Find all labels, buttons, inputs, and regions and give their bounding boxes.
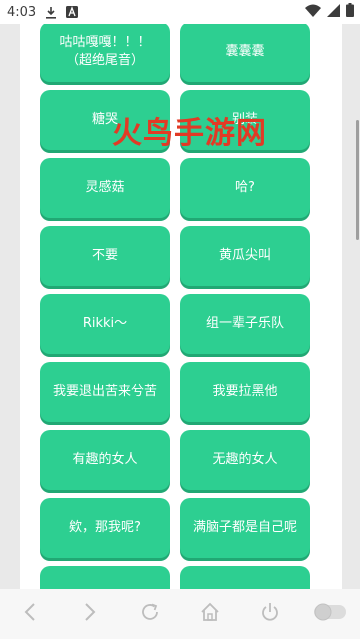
sound-button-label: 我要拉黑他: [212, 384, 278, 399]
sound-button-label: 别装: [231, 112, 258, 127]
sound-button[interactable]: [180, 566, 310, 589]
sound-button[interactable]: 咕咕嘎嘎！！！ （超绝尾音）: [40, 24, 170, 82]
sound-button-label: 满脑子都是自己呢: [192, 520, 297, 535]
status-bar: 4:03: [0, 0, 360, 24]
sound-button-label: 咕咕嘎嘎！！！ （超绝尾音）: [59, 35, 151, 68]
sound-button[interactable]: 囊囊囊: [180, 24, 310, 82]
sound-button-label: 黄瓜尖叫: [218, 248, 271, 263]
sound-button[interactable]: 别装: [180, 90, 310, 150]
sound-button[interactable]: 黄瓜尖叫: [180, 226, 310, 286]
sound-button-label: 我要退出苦来兮苦: [52, 384, 157, 399]
sound-button[interactable]: 糖哭: [40, 90, 170, 150]
sound-button[interactable]: 我要退出苦来兮苦: [40, 362, 170, 422]
status-time: 4:03: [7, 4, 37, 20]
sound-button-label: 灵感菇: [85, 180, 125, 195]
battery-icon: [346, 3, 354, 21]
sound-button[interactable]: Rikki～: [40, 294, 170, 354]
sound-button-label: 有趣的女人: [72, 452, 138, 467]
sound-button[interactable]: 有趣的女人: [40, 430, 170, 490]
home-icon: [199, 601, 221, 627]
notification-a-icon: [66, 6, 79, 18]
sound-button[interactable]: 我要拉黑他: [180, 362, 310, 422]
sound-button-label: 囊囊囊: [225, 44, 265, 59]
back-arrow-icon: [23, 602, 37, 626]
sound-button[interactable]: 不要: [40, 226, 170, 286]
refresh-icon: [139, 601, 161, 627]
sound-button-label: 欸，那我呢?: [69, 520, 141, 535]
sound-button[interactable]: 灵感菇: [40, 158, 170, 218]
sound-button[interactable]: 满脑子都是自己呢: [180, 498, 310, 558]
sound-button[interactable]: 哈?: [180, 158, 310, 218]
sound-button-label: 无趣的女人: [212, 452, 278, 467]
power-button[interactable]: [252, 596, 288, 632]
toggle-switch[interactable]: [312, 596, 348, 632]
bottom-nav-bar: [0, 589, 360, 639]
content-panel[interactable]: 咕咕嘎嘎！！！ （超绝尾音） 囊囊囊糖哭 别装灵感菇 哈? 不要 黄瓜尖叫 Rikki～ 组一…: [20, 24, 342, 589]
sound-button[interactable]: 欸，那我呢?: [40, 498, 170, 558]
sound-button-label: 不要: [91, 248, 118, 263]
home-button[interactable]: [192, 596, 228, 632]
sound-button-label: 哈?: [235, 180, 255, 195]
forward-button[interactable]: [72, 596, 108, 632]
sound-button[interactable]: 无趣的女人: [180, 430, 310, 490]
wifi-icon: [305, 4, 321, 21]
sound-button[interactable]: 组一辈子乐队: [180, 294, 310, 354]
signal-icon: [327, 3, 340, 21]
sound-button[interactable]: [40, 566, 170, 589]
refresh-button[interactable]: [132, 596, 168, 632]
forward-arrow-icon: [83, 602, 97, 626]
toggle-switch-icon: [313, 602, 347, 626]
sound-button-label: 组一辈子乐队: [205, 316, 284, 331]
sound-button-label: Rikki～: [82, 316, 128, 331]
back-button[interactable]: [12, 596, 48, 632]
download-icon: [45, 6, 57, 19]
sound-button-label: 糖哭: [91, 112, 118, 127]
scrollbar[interactable]: [356, 120, 359, 240]
power-icon: [259, 601, 281, 627]
